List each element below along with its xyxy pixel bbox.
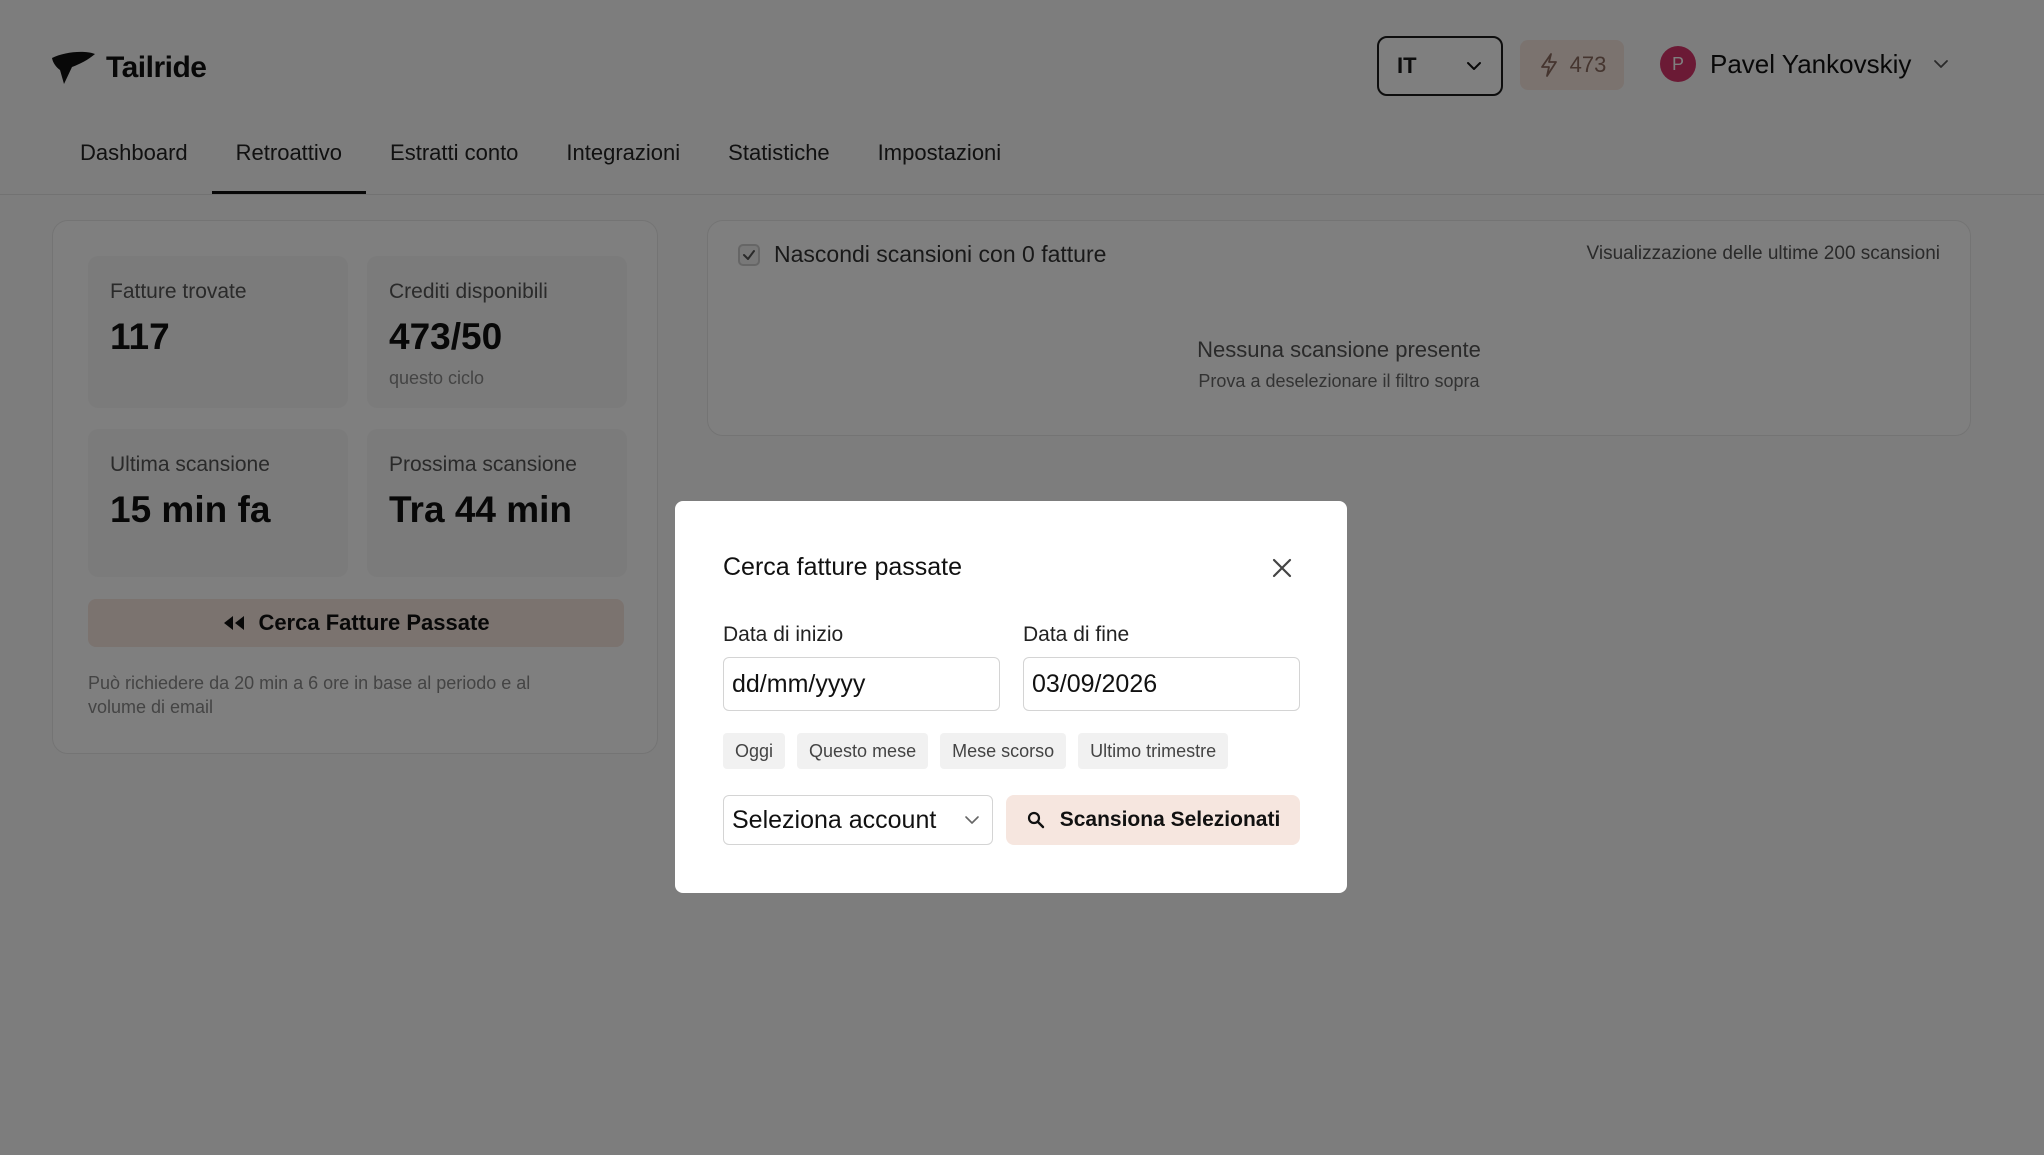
preset-last-month[interactable]: Mese scorso xyxy=(940,733,1067,769)
end-date-input[interactable]: 03/09/2026 xyxy=(1023,657,1300,711)
date-presets: Oggi Questo mese Mese scorso Ultimo trim… xyxy=(723,733,1229,769)
chevron-down-icon xyxy=(965,816,979,824)
search-past-modal: Cerca fatture passate Data di inizio dd/… xyxy=(675,501,1347,893)
search-icon xyxy=(1027,811,1044,829)
preset-this-month[interactable]: Questo mese xyxy=(797,733,929,769)
start-date-input[interactable]: dd/mm/yyyy xyxy=(723,657,1000,711)
close-icon[interactable] xyxy=(1265,551,1299,585)
account-select[interactable]: Seleziona account xyxy=(723,795,993,845)
preset-today[interactable]: Oggi xyxy=(723,733,786,769)
modal-title: Cerca fatture passate xyxy=(723,553,963,581)
scan-selected-label: Scansiona Selezionati xyxy=(1059,808,1281,831)
account-select-value: Seleziona account xyxy=(732,805,937,834)
preset-last-quarter[interactable]: Ultimo trimestre xyxy=(1078,733,1229,769)
start-date-label: Data di inizio xyxy=(723,623,844,646)
scan-selected-button[interactable]: Scansiona Selezionati xyxy=(1006,795,1300,845)
end-date-label: Data di fine xyxy=(1023,623,1130,646)
